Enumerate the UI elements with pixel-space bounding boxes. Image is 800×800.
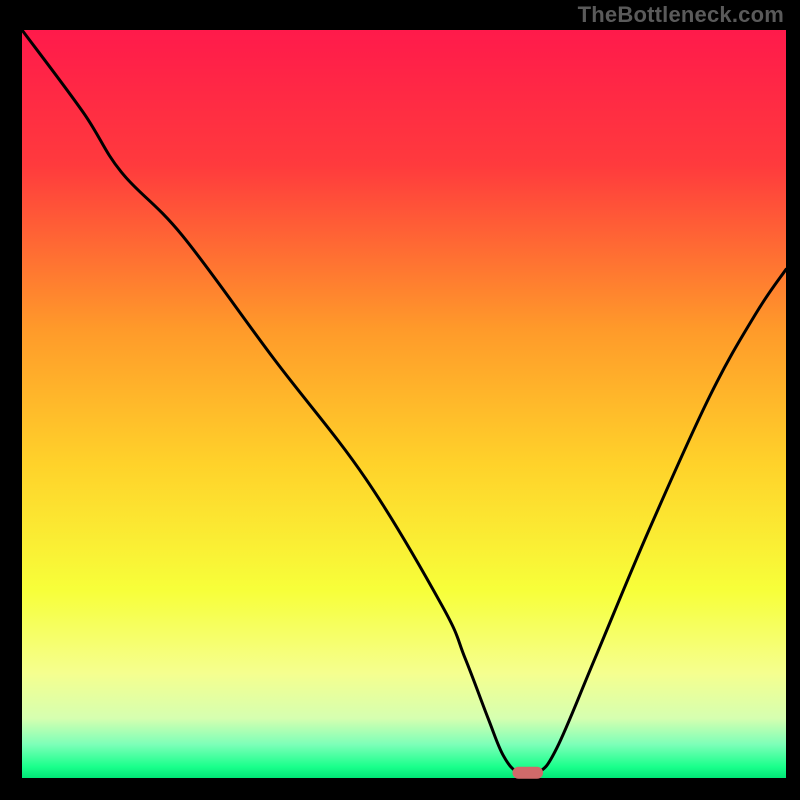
chart-canvas xyxy=(0,0,800,800)
plot-background xyxy=(22,30,786,778)
optimal-zone-marker xyxy=(512,767,543,779)
bottleneck-chart: TheBottleneck.com xyxy=(0,0,800,800)
